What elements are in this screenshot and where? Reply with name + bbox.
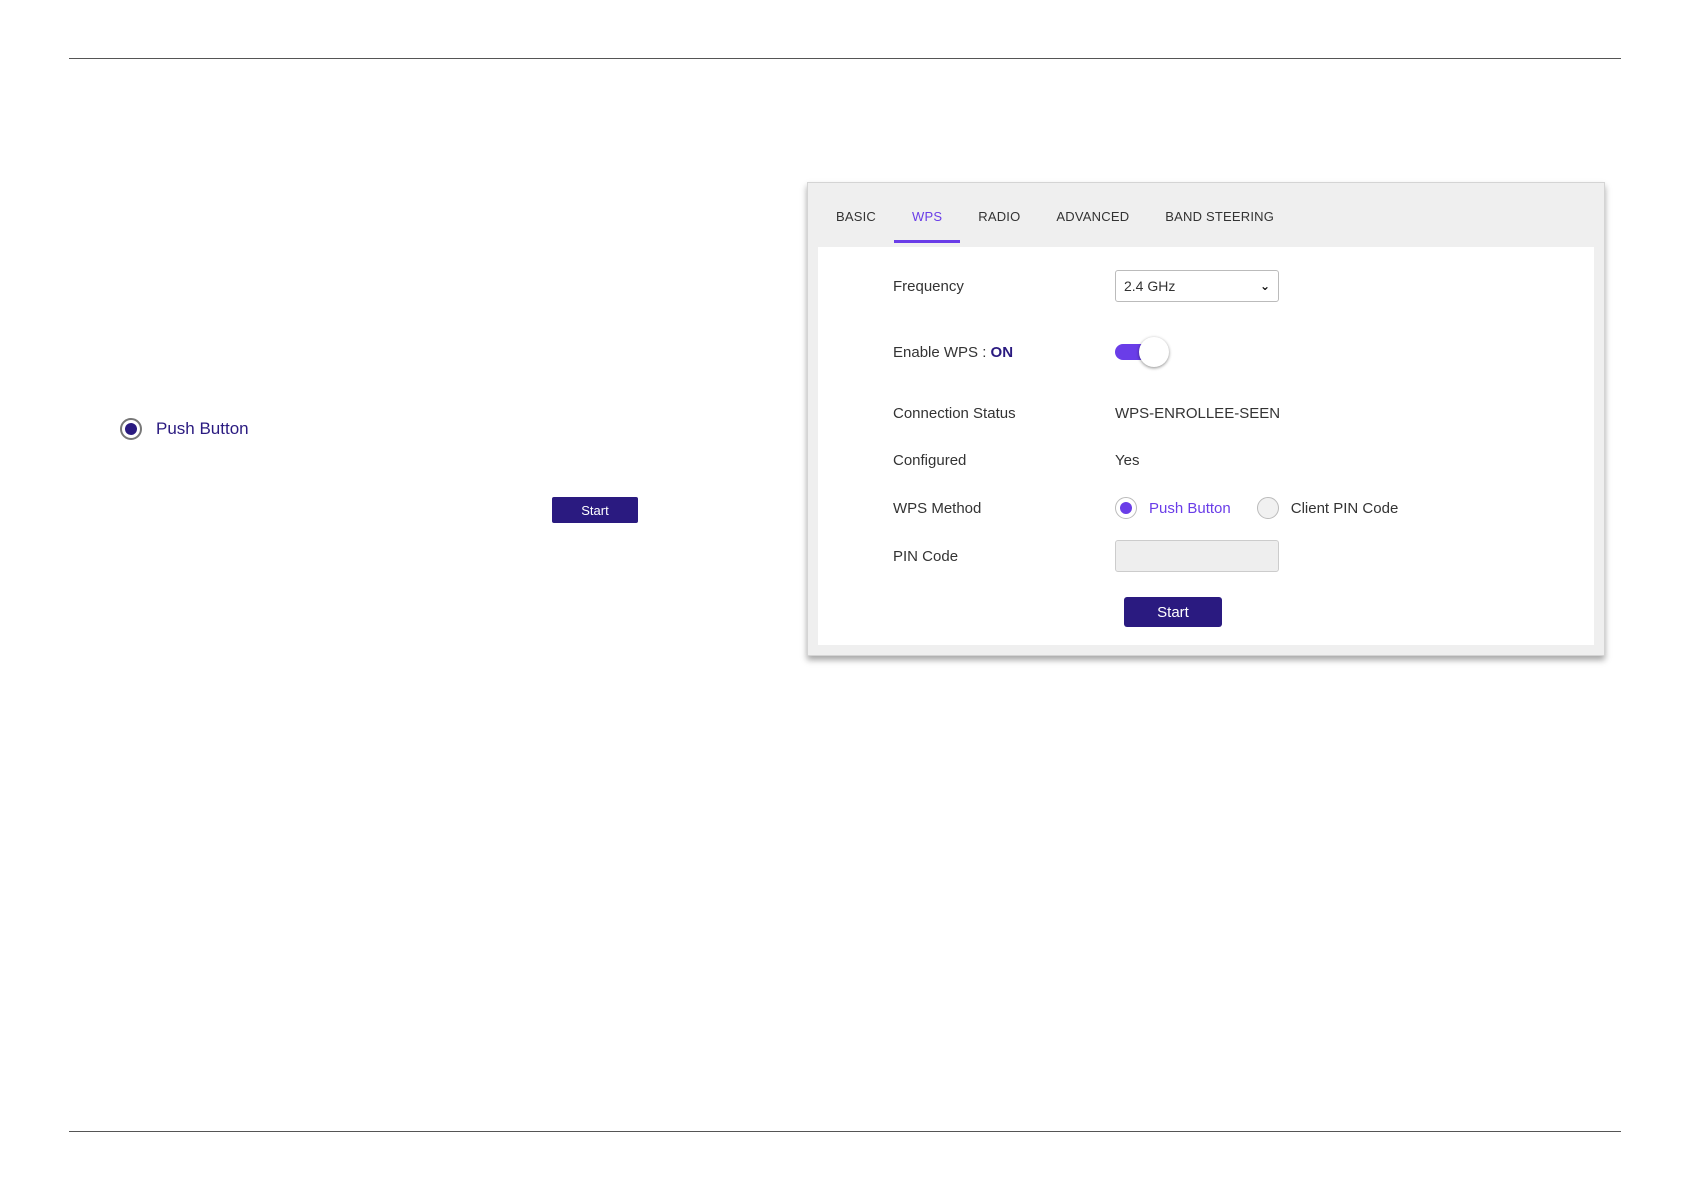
radio-unchecked-icon[interactable]: [1256, 497, 1279, 519]
configured-row: Configured Yes: [893, 452, 1594, 469]
start-button[interactable]: Start: [1124, 597, 1222, 627]
configured-value: Yes: [1115, 452, 1140, 469]
client-pin-option-label: Client PIN Code: [1290, 499, 1399, 517]
start-button-callout[interactable]: Start: [552, 497, 638, 523]
wps-method-row: WPS Method Push Button Client PIN Code: [893, 497, 1594, 519]
connection-status-label: Connection Status: [893, 405, 1016, 422]
push-button-option-callout[interactable]: Push Button: [120, 418, 249, 440]
wps-method-client-pin[interactable]: Client PIN Code: [1256, 497, 1399, 519]
enable-wps-state: ON: [990, 343, 1014, 361]
radio-checked-icon[interactable]: [120, 418, 142, 440]
tab-wps[interactable]: WPS: [894, 193, 961, 243]
bottom-rule: [69, 1131, 1621, 1132]
pin-code-input[interactable]: [1115, 540, 1279, 572]
connection-status-value: WPS-ENROLLEE-SEEN: [1115, 405, 1281, 422]
wps-form: Frequency 2.4 GHz ⌄ Enable WPS : ON Conn…: [818, 247, 1594, 645]
connection-status-row: Connection Status WPS-ENROLLEE-SEEN: [893, 405, 1594, 422]
push-button-label: Push Button: [156, 419, 249, 438]
chevron-down-icon: ⌄: [1259, 279, 1270, 293]
wps-method-radio-group: Push Button Client PIN Code: [1115, 497, 1398, 519]
pin-code-row: PIN Code: [893, 540, 1594, 572]
tab-radio[interactable]: RADIO: [960, 193, 1038, 243]
wifi-settings-panel: BASIC WPS RADIO ADVANCED BAND STEERING F…: [807, 182, 1605, 656]
frequency-row: Frequency 2.4 GHz ⌄: [893, 270, 1594, 302]
enable-wps-row: Enable WPS : ON: [893, 337, 1594, 367]
tab-basic[interactable]: BASIC: [818, 193, 894, 243]
configured-label: Configured: [893, 452, 967, 469]
radio-checked-icon[interactable]: [1115, 497, 1137, 519]
wps-method-push-button[interactable]: Push Button: [1115, 497, 1231, 519]
push-button-option-label: Push Button: [1149, 499, 1231, 517]
enable-wps-label: Enable WPS : ON: [893, 343, 1014, 361]
enable-wps-toggle[interactable]: [1115, 337, 1169, 367]
frequency-label: Frequency: [893, 277, 964, 295]
tab-advanced[interactable]: ADVANCED: [1038, 193, 1147, 243]
pin-code-label: PIN Code: [893, 547, 959, 565]
frequency-value: 2.4 GHz: [1124, 278, 1176, 294]
wps-method-label: WPS Method: [893, 499, 982, 517]
top-rule: [69, 58, 1621, 59]
frequency-select[interactable]: 2.4 GHz ⌄: [1115, 270, 1279, 302]
tab-band-steering[interactable]: BAND STEERING: [1147, 193, 1292, 243]
tab-bar: BASIC WPS RADIO ADVANCED BAND STEERING: [818, 193, 1594, 243]
